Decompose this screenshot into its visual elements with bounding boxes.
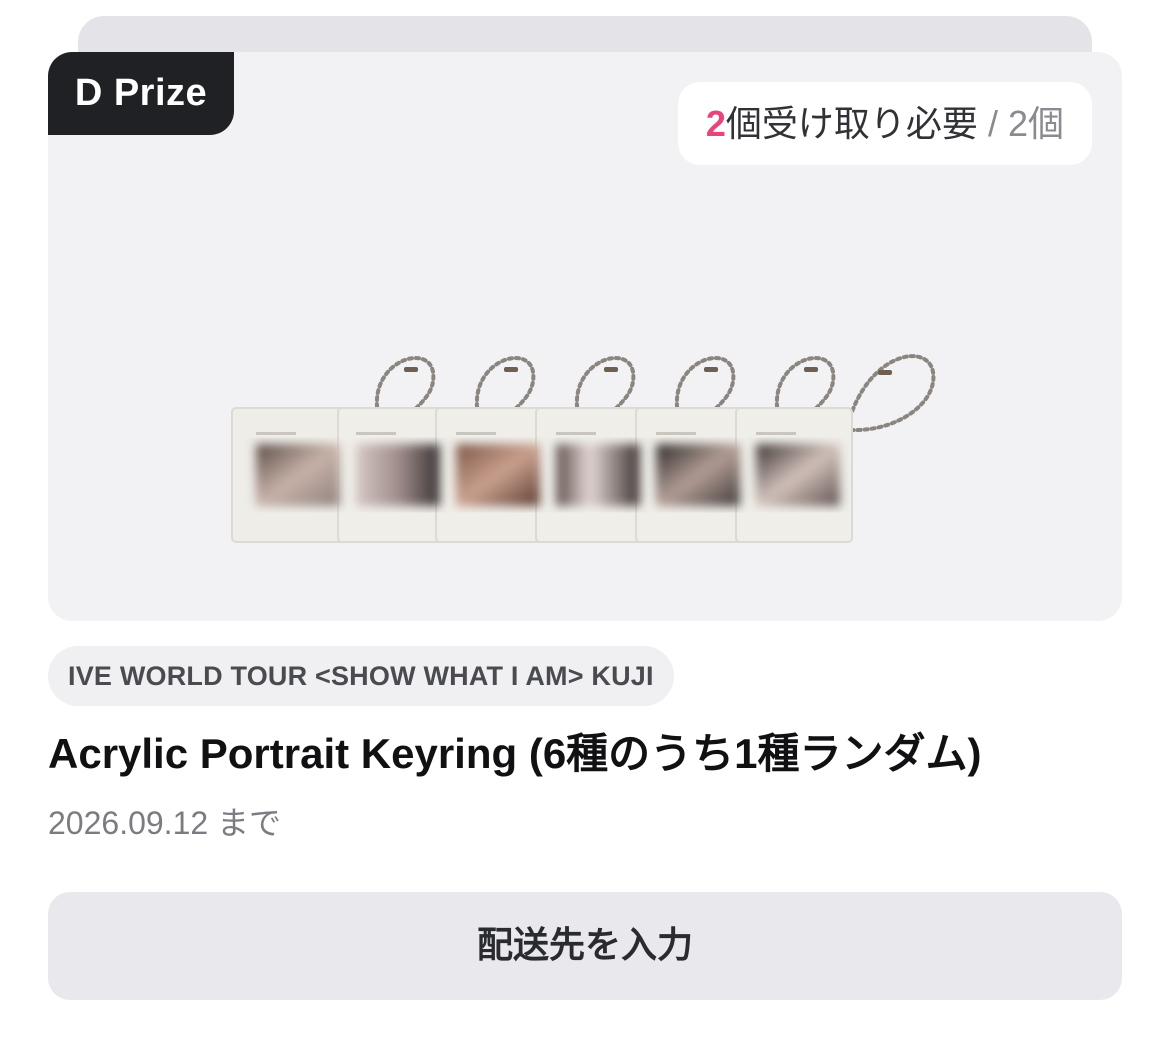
count-separator: / [987,103,998,144]
prize-detail-page: D Prize 2個受け取り必要 / 2個 IVE WORLD TOUR <SH… [0,0,1170,1041]
prize-card: D Prize 2個受け取り必要 / 2個 [48,52,1122,621]
total-count: 2個 [1007,103,1064,144]
event-tag: IVE WORLD TOUR <SHOW WHAT I AM> KUJI [48,646,674,706]
product-title: Acrylic Portrait Keyring (6種のうち1種ランダム) [48,730,982,777]
required-count-suffix: 個受け取り必要 [725,103,978,144]
deadline-text: 2026.09.12 まで [48,805,282,841]
required-count: 2 [705,103,726,144]
prize-rank-badge: D Prize [48,52,234,135]
receive-count-pill: 2個受け取り必要 / 2個 [677,82,1092,165]
enter-shipping-address-button[interactable]: 配送先を入力 [48,892,1122,1000]
